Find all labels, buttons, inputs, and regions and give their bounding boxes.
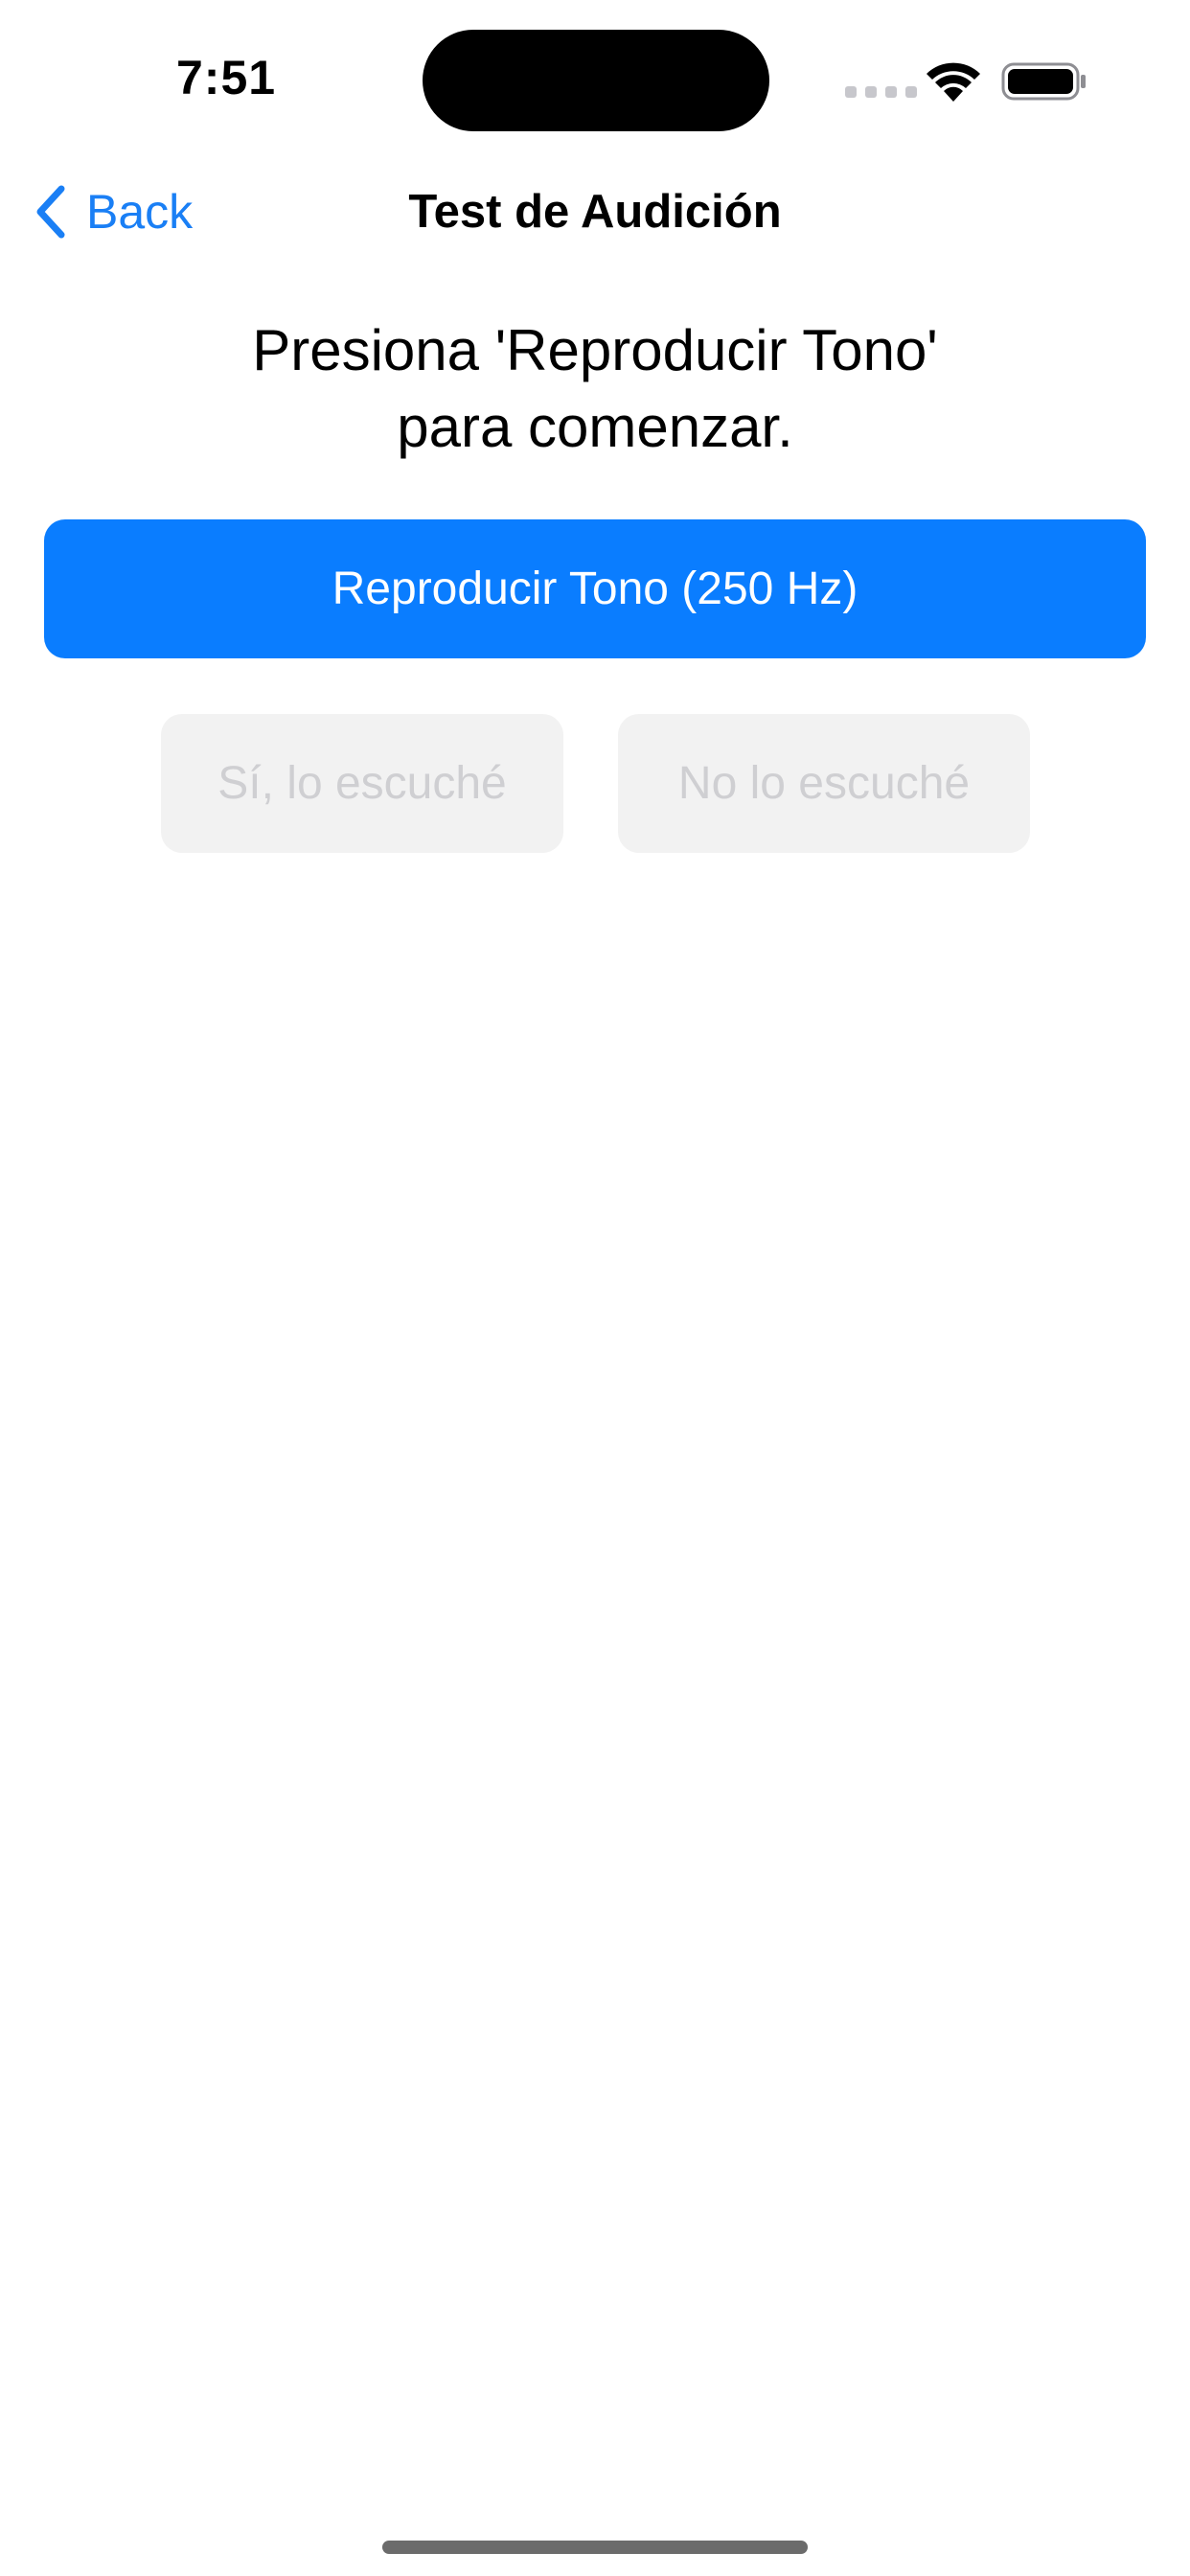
page-title: Test de Audición bbox=[408, 186, 782, 238]
heard-yes-button[interactable]: Sí, lo escuché bbox=[161, 714, 563, 853]
instruction-line-1: Presiona 'Reproducir Tono' bbox=[252, 318, 938, 382]
instruction-line-2: para comenzar. bbox=[397, 395, 793, 459]
play-tone-button-label: Reproducir Tono (250 Hz) bbox=[332, 564, 858, 614]
status-time: 7:51 bbox=[176, 51, 277, 104]
heard-no-button[interactable]: No lo escuché bbox=[618, 714, 1030, 853]
battery-icon bbox=[1001, 62, 1086, 101]
dynamic-island bbox=[423, 30, 769, 131]
instruction-text: Presiona 'Reproducir Tono' para comenzar… bbox=[144, 312, 1046, 466]
cellular-signal-icon bbox=[845, 86, 917, 98]
wifi-icon bbox=[927, 62, 980, 102]
heard-no-button-label: No lo escuché bbox=[677, 758, 971, 809]
play-tone-button[interactable]: Reproducir Tono (250 Hz) bbox=[44, 519, 1146, 658]
home-indicator[interactable] bbox=[382, 2541, 808, 2554]
heard-yes-button-label: Sí, lo escuché bbox=[217, 758, 507, 809]
